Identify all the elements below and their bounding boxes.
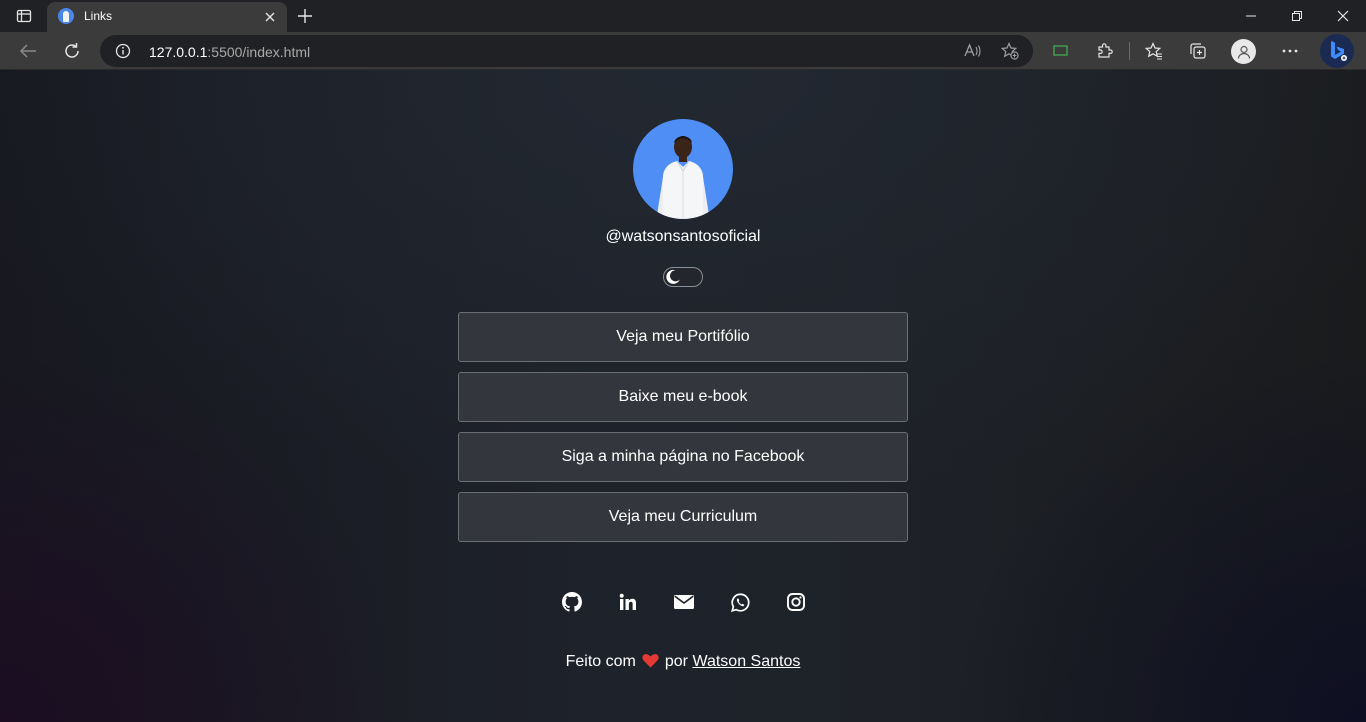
github-link[interactable] xyxy=(561,591,583,613)
site-info-button[interactable] xyxy=(114,42,132,60)
email-icon xyxy=(674,595,694,609)
back-button[interactable] xyxy=(14,37,42,65)
profile-button[interactable] xyxy=(1231,39,1256,64)
more-icon xyxy=(1282,49,1298,53)
bing-chat-button[interactable] xyxy=(1320,34,1354,68)
profile-username: @watsonsantosoficial xyxy=(605,228,761,245)
new-tab-button[interactable] xyxy=(293,4,317,28)
linkedin-link[interactable] xyxy=(617,591,639,613)
puzzle-icon xyxy=(1098,43,1113,58)
settings-more-button[interactable] xyxy=(1276,37,1304,65)
refresh-icon xyxy=(65,43,79,58)
extensions-button[interactable] xyxy=(1091,37,1119,65)
add-favorite-button[interactable] xyxy=(999,40,1021,62)
profile-icon xyxy=(1237,45,1250,59)
close-tab-button[interactable] xyxy=(261,8,279,26)
favorites-button[interactable] xyxy=(1140,37,1168,65)
theme-toggle-switch[interactable] xyxy=(663,267,703,287)
restore-icon xyxy=(1292,11,1302,21)
whatsapp-link[interactable] xyxy=(729,591,751,613)
info-icon xyxy=(115,43,131,59)
link-button-ebook[interactable]: Baixe meu e-book xyxy=(458,372,908,422)
back-arrow-icon xyxy=(19,44,36,58)
collections-icon xyxy=(1190,43,1206,59)
restore-button[interactable] xyxy=(1274,0,1320,32)
minimize-icon xyxy=(1246,15,1256,17)
browser-titlebar: Links xyxy=(0,0,1366,32)
address-bar[interactable]: 127.0.0.1:5500/index.html xyxy=(100,35,1033,67)
favorites-icon xyxy=(1145,42,1162,60)
browser-toolbar: 127.0.0.1:5500/index.html xyxy=(0,32,1366,70)
link-button-portfolio[interactable]: Veja meu Portifólio xyxy=(458,312,908,362)
whatsapp-icon xyxy=(730,592,749,612)
screen-cast-button[interactable] xyxy=(1047,37,1075,65)
url-path: :5500/index.html xyxy=(207,44,311,60)
browser-tab[interactable]: Links xyxy=(47,2,287,32)
page-viewport: @watsonsantosoficial Veja meu Portifólio… xyxy=(0,70,1366,722)
star-plus-icon xyxy=(1001,42,1019,60)
page-footer: Feito com por Watson Santos xyxy=(0,653,1366,673)
read-aloud-icon xyxy=(964,43,981,57)
collections-button[interactable] xyxy=(1184,37,1212,65)
link-button-facebook[interactable]: Siga a minha página no Facebook xyxy=(458,432,908,482)
tab-title: Links xyxy=(84,9,113,23)
toolbar-separator xyxy=(1129,42,1130,60)
links-list: Veja meu Portifólio Baixe meu e-book Sig… xyxy=(458,312,908,552)
close-icon xyxy=(265,12,275,22)
bing-icon xyxy=(1331,41,1347,61)
read-aloud-button[interactable] xyxy=(962,40,984,62)
screen-icon xyxy=(1053,45,1068,56)
person-photo-illustration xyxy=(657,136,709,219)
switch-knob xyxy=(665,269,681,285)
email-link[interactable] xyxy=(673,591,695,613)
refresh-button[interactable] xyxy=(58,37,86,65)
github-icon xyxy=(562,592,582,612)
social-links xyxy=(0,591,1366,613)
linkedin-icon xyxy=(619,593,636,610)
instagram-icon xyxy=(787,593,805,611)
author-link[interactable]: Watson Santos xyxy=(692,653,800,670)
profile-photo xyxy=(633,119,733,219)
close-window-icon xyxy=(1337,10,1349,22)
close-window-button[interactable] xyxy=(1320,0,1366,32)
minimize-button[interactable] xyxy=(1228,0,1274,32)
url-text[interactable]: 127.0.0.1:5500/index.html xyxy=(149,44,310,60)
footer-prefix: Feito com xyxy=(565,653,636,670)
heart-icon xyxy=(642,653,659,673)
instagram-link[interactable] xyxy=(785,591,807,613)
footer-middle: por xyxy=(664,653,688,670)
tab-actions-icon xyxy=(16,9,32,23)
moon-icon xyxy=(666,269,680,284)
plus-icon xyxy=(298,9,312,23)
tab-actions-button[interactable] xyxy=(8,4,40,28)
tab-favicon xyxy=(58,8,74,24)
url-host: 127.0.0.1 xyxy=(149,44,208,60)
link-button-curriculum[interactable]: Veja meu Curriculum xyxy=(458,492,908,542)
